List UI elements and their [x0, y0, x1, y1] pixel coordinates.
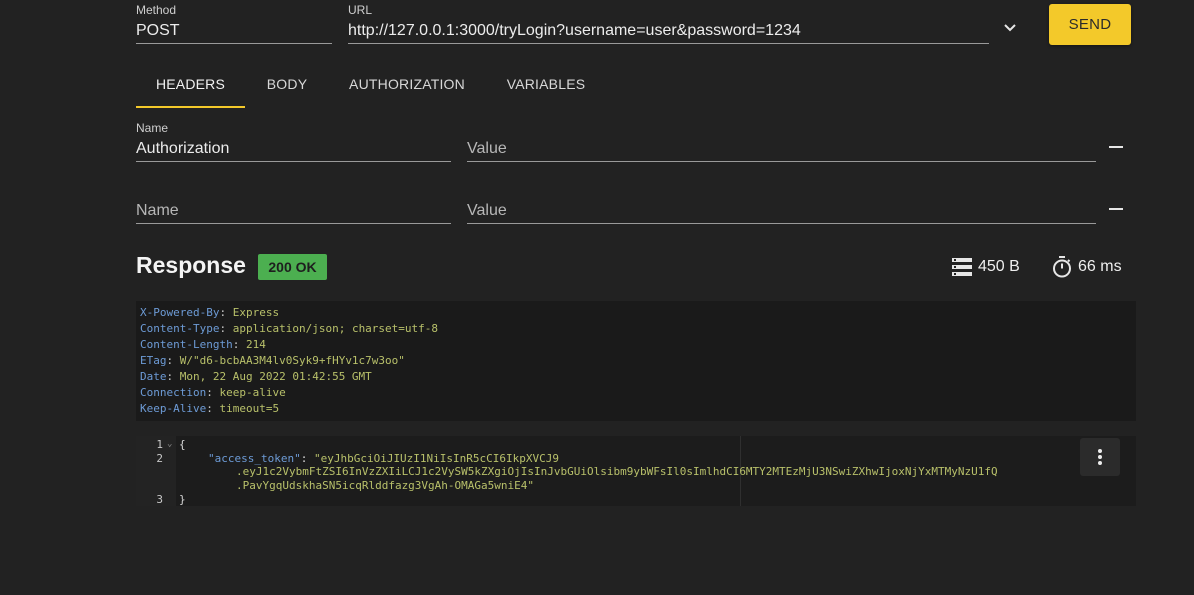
- url-label: URL: [348, 3, 373, 17]
- response-header-line: X-Powered-By: Express: [140, 306, 280, 319]
- method-input[interactable]: [136, 19, 332, 43]
- line-number: 2: [156, 452, 163, 465]
- header-value-field[interactable]: [467, 199, 1096, 224]
- code-line: "access_token": "eyJhbGciOiJIUzI1NiIsInR…: [208, 452, 560, 465]
- response-header-line: ETag: W/"d6-bcbAA3M4lv0Syk9+fHYv1c7w3oo": [140, 354, 405, 367]
- response-header-line: Keep-Alive: timeout=5: [140, 402, 280, 415]
- header-value-field[interactable]: [467, 137, 1096, 162]
- storage-icon: [952, 258, 972, 276]
- line-number-gutter: 1 ⌄ 2 3: [136, 436, 176, 506]
- response-headers-panel: X-Powered-By: Express Content-Type: appl…: [136, 301, 1136, 421]
- header-name-field[interactable]: [136, 199, 451, 224]
- response-time: 66 ms: [1078, 258, 1122, 275]
- tab-authorization[interactable]: AUTHORIZATION: [342, 76, 472, 108]
- more-vert-icon: [1098, 449, 1102, 465]
- url-input[interactable]: [348, 19, 989, 43]
- response-header-line: Connection: keep-alive: [140, 386, 286, 399]
- minus-icon: [1109, 146, 1123, 148]
- header-name-label: Name: [136, 121, 169, 135]
- header-name-input[interactable]: [136, 137, 451, 161]
- tab-variables[interactable]: VARIABLES: [496, 76, 596, 108]
- code-line-wrap: .eyJ1c2VybmFtZSI6InVzZXIiLCJ1c2VySW5kZXg…: [236, 465, 998, 478]
- remove-header-button[interactable]: [1103, 199, 1129, 219]
- response-header-line: Date: Mon, 22 Aug 2022 01:42:55 GMT: [140, 370, 372, 383]
- tab-headers[interactable]: HEADERS: [136, 76, 245, 108]
- response-header-line: Content-Type: application/json; charset=…: [140, 322, 439, 335]
- minus-icon: [1109, 208, 1123, 210]
- url-field[interactable]: [348, 19, 989, 44]
- active-tab-indicator: [136, 106, 245, 108]
- line-number: 1: [156, 438, 163, 451]
- response-title: Response: [136, 252, 246, 278]
- tab-body[interactable]: BODY: [254, 76, 320, 108]
- header-value-input[interactable]: [467, 137, 1096, 161]
- response-size: 450 B: [978, 258, 1020, 275]
- status-badge: 200 OK: [258, 254, 327, 280]
- header-name-field[interactable]: [136, 137, 451, 162]
- header-name-input[interactable]: [136, 199, 451, 223]
- send-button[interactable]: SEND: [1049, 4, 1131, 45]
- response-header-line: Content-Length: 214: [140, 338, 266, 351]
- method-label: Method: [136, 3, 177, 17]
- line-number: 3: [156, 493, 163, 506]
- method-field[interactable]: [136, 19, 332, 44]
- code-line-wrap: .PavYgqUdskhaSN5icqRlddfazg3VgAh-OMAGa5w…: [236, 479, 535, 492]
- remove-header-button[interactable]: [1103, 137, 1129, 157]
- fold-chevron-icon[interactable]: ⌄: [167, 439, 172, 449]
- chevron-down-icon[interactable]: [1000, 18, 1020, 38]
- header-value-input[interactable]: [467, 199, 1096, 223]
- timer-icon: [1052, 256, 1072, 278]
- more-options-button[interactable]: [1080, 438, 1120, 476]
- response-body-editor[interactable]: 1 ⌄ 2 3 { "access_token": "eyJhbGciOiJIU…: [136, 436, 1136, 506]
- code-line: {: [179, 438, 186, 451]
- code-line: }: [179, 493, 186, 506]
